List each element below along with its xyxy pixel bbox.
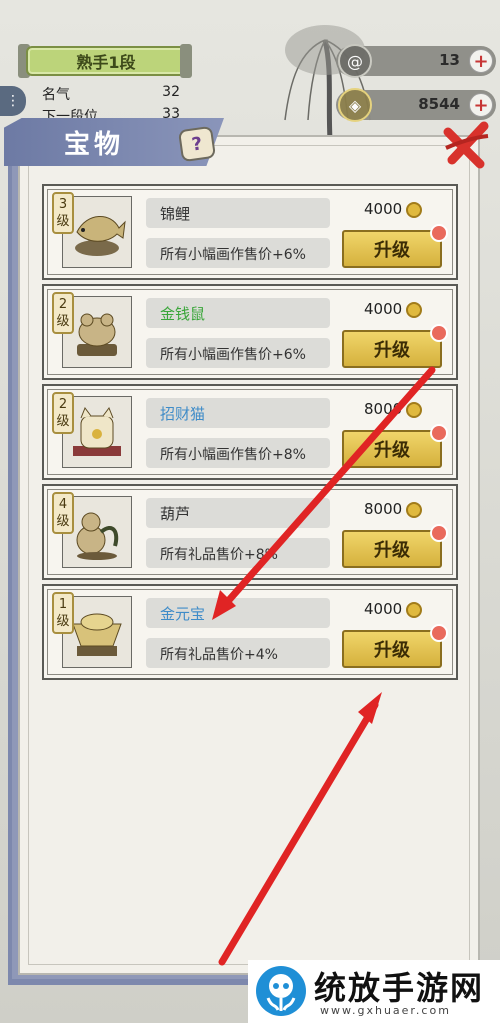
fame-value: 32 <box>162 84 180 100</box>
treasure-effect: 所有礼品售价+4% <box>146 638 330 668</box>
upgrade-price: 8000 <box>364 500 403 518</box>
upgrade-button[interactable]: 升级 <box>342 330 442 368</box>
upgrade-price: 4000 <box>364 600 403 618</box>
treasure-name: 锦鲤 <box>146 198 330 228</box>
level-number: 2 <box>58 397 68 412</box>
level-number: 1 <box>58 597 68 612</box>
level-badge: 4级 <box>52 492 74 534</box>
treasure-effect: 所有礼品售价+8% <box>146 538 330 568</box>
watermark-title: 统放手游网 <box>314 969 485 1007</box>
scroll-end-right <box>180 44 192 78</box>
dialog-title: 宝物 <box>64 130 125 160</box>
notification-dot <box>430 224 448 242</box>
octopus-logo-icon <box>256 966 306 1016</box>
treasure-name: 金钱鼠 <box>146 298 330 328</box>
upgrade-price: 4000 <box>364 300 403 318</box>
level-badge: 3级 <box>52 192 74 234</box>
treasure-item: 3 级锦鲤 所有小幅画作售价+6% 4000 升级 <box>42 184 458 280</box>
upgrade-price: 4000 <box>364 200 403 218</box>
level-badge: 2级 <box>52 392 74 434</box>
level-number: 3 <box>58 197 68 212</box>
upgrade-button[interactable]: 升级 <box>342 430 442 468</box>
notification-dot <box>430 424 448 442</box>
treasure-effect: 所有小幅画作售价+6% <box>146 238 330 268</box>
treasure-name: 葫芦 <box>146 498 330 528</box>
notification-dot <box>430 524 448 542</box>
rank-panel: 熟手1段 名气 32 下一段位 33 <box>18 44 192 126</box>
gold-value: 8544 <box>418 95 460 113</box>
add-resource-button[interactable]: + <box>469 49 493 73</box>
help-button[interactable]: ? <box>177 125 217 163</box>
coin-icon <box>406 502 422 518</box>
koi-fish-icon <box>75 216 126 256</box>
fame-label: 名气 <box>42 87 70 103</box>
level-unit: 级 <box>56 514 70 529</box>
close-icon[interactable] <box>440 118 494 172</box>
notification-dot <box>430 624 448 642</box>
fame-row: 名气 32 <box>42 84 180 104</box>
level-unit: 级 <box>56 414 70 429</box>
lucky-cat-icon <box>73 406 121 456</box>
add-gold-button[interactable]: + <box>469 93 493 117</box>
resource-counter-top: @ 13 + <box>336 44 496 78</box>
upgrade-button[interactable]: 升级 <box>342 530 442 568</box>
gold-ingot-icon <box>72 613 122 656</box>
level-number: 4 <box>58 497 68 512</box>
treasure-effect: 所有小幅画作售价+8% <box>146 438 330 468</box>
level-unit: 级 <box>56 614 70 629</box>
coin-icon <box>406 302 422 318</box>
treasure-item: 2 级金钱鼠 所有小幅画作售价+6% 4000 升级 <box>42 284 458 380</box>
notification-dot <box>430 324 448 342</box>
side-menu-button[interactable]: ⋮ <box>0 86 26 116</box>
resource-counter-gold: ◈ 8544 + <box>336 88 496 122</box>
resource-top-value: 13 <box>439 51 460 69</box>
gourd-icon <box>76 512 119 560</box>
treasure-effect: 所有小幅画作售价+6% <box>146 338 330 368</box>
coin-icon <box>406 202 422 218</box>
treasure-item: 2 级招财猫 所有小幅画作售价+8% 8000 升级 <box>42 384 458 480</box>
ellipsis-icon: ⋮ <box>6 93 20 109</box>
level-badge: 2级 <box>52 292 74 334</box>
treasure-item: 1 级金元宝 所有礼品售价+4% 4000 升级 <box>42 584 458 680</box>
treasure-name: 金元宝 <box>146 598 330 628</box>
level-badge: 1级 <box>52 592 74 634</box>
treasure-name: 招财猫 <box>146 398 330 428</box>
watermark: 统放手游网 www.gxhuaer.com <box>248 960 500 1023</box>
coin-icon <box>406 402 422 418</box>
swirl-icon: @ <box>338 44 372 78</box>
level-number: 2 <box>58 297 68 312</box>
treasure-item: 4 级葫芦 所有礼品售价+8% 8000 升级 <box>42 484 458 580</box>
level-unit: 级 <box>56 214 70 229</box>
upgrade-button[interactable]: 升级 <box>342 630 442 668</box>
level-unit: 级 <box>56 314 70 329</box>
money-rat-icon <box>77 313 117 356</box>
coin-icon: ◈ <box>338 88 372 122</box>
rank-title: 熟手1段 <box>26 46 186 76</box>
upgrade-button[interactable]: 升级 <box>342 230 442 268</box>
upgrade-price: 8000 <box>364 400 403 418</box>
coin-icon <box>406 602 422 618</box>
watermark-url: www.gxhuaer.com <box>320 1004 451 1017</box>
